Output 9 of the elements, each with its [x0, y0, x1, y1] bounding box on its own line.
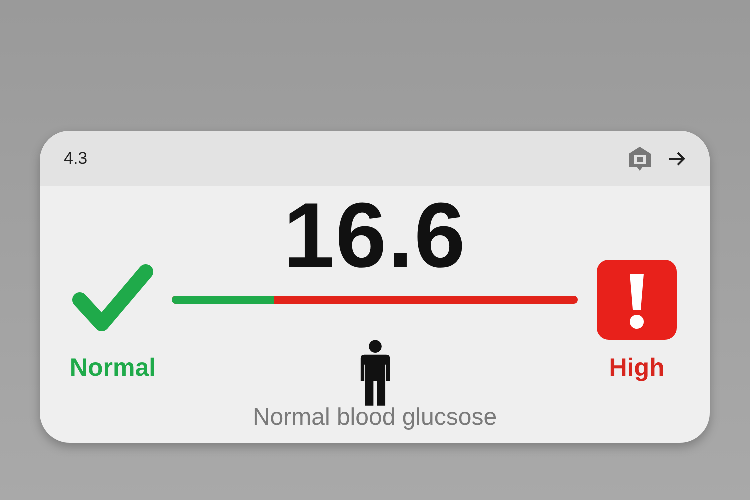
caption-text: Normal blood glucsose: [252, 404, 498, 431]
high-label: High: [609, 354, 665, 382]
normal-label: Normal: [70, 354, 156, 382]
home-icon[interactable]: [628, 146, 652, 172]
glucose-value: 16.6: [283, 185, 467, 287]
arrow-right-icon[interactable]: [668, 150, 686, 166]
version-text: 4.3: [64, 148, 88, 170]
alert-icon: [597, 260, 677, 340]
person-icon: [360, 340, 390, 408]
